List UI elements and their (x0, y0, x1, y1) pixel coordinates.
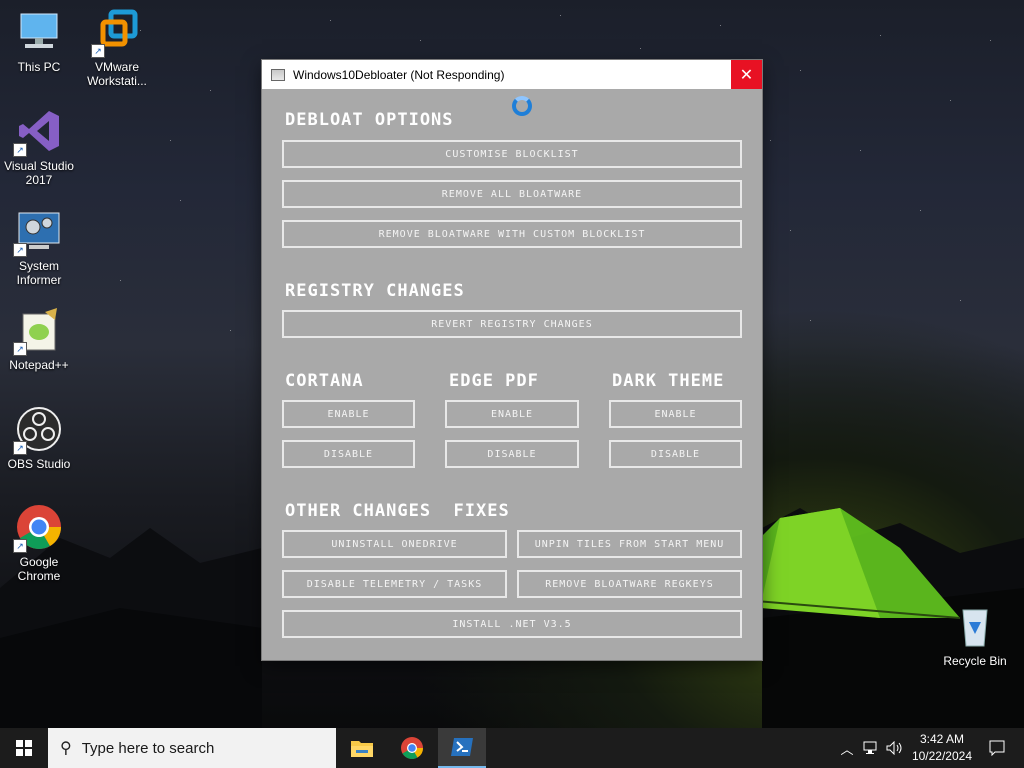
desktop-icon-visual-studio[interactable]: ↗ Visual Studio 2017 (1, 107, 77, 187)
desktop-icon-notepad-plus-plus[interactable]: ↗ Notepad++ (1, 306, 77, 372)
shortcut-arrow-icon: ↗ (91, 44, 105, 58)
remove-all-bloatware-button[interactable]: REMOVE ALL BLOATWARE (282, 180, 742, 208)
dark-theme-disable-button[interactable]: DISABLE (609, 440, 742, 468)
taskbar-chrome[interactable] (388, 728, 436, 768)
desktop-icon-vmware[interactable]: ↗ VMware Workstati... (79, 8, 155, 88)
taskbar-search-box[interactable]: ⚲ Type here to search (48, 728, 336, 768)
section-cortana: CORTANA (285, 371, 364, 391)
desktop-icon-label: Google Chrome (17, 555, 61, 583)
shortcut-arrow-icon: ↗ (13, 143, 27, 157)
section-debloat-options: DEBLOAT OPTIONS (285, 110, 454, 130)
windows-logo-icon (16, 740, 32, 756)
taskbar-file-explorer[interactable] (338, 728, 386, 768)
chrome-icon: ↗ (13, 503, 63, 553)
recycle-bin-icon (951, 602, 999, 650)
desktop-icon-label: This PC (17, 60, 61, 74)
clock-time: 3:42 AM (919, 732, 964, 746)
system-informer-icon: ↗ (13, 207, 63, 257)
customise-blocklist-button[interactable]: CUSTOMISE BLOCKLIST (282, 140, 742, 168)
tray-network[interactable] (860, 728, 882, 768)
unpin-tiles-button[interactable]: UNPIN TILES FROM START MENU (517, 530, 742, 558)
tray-volume[interactable] (884, 728, 906, 768)
desktop-icon-label: VMware Workstati... (87, 60, 147, 88)
powershell-icon (451, 738, 473, 756)
uninstall-onedrive-button[interactable]: UNINSTALL ONEDRIVE (282, 530, 507, 558)
close-button[interactable]: ✕ (731, 60, 762, 89)
desktop-icon-label: Notepad++ (9, 358, 69, 372)
network-icon (863, 741, 877, 754)
volume-icon (886, 741, 902, 755)
cortana-enable-button[interactable]: ENABLE (282, 400, 415, 428)
file-explorer-icon (351, 741, 373, 757)
section-registry-changes: REGISTRY CHANGES (285, 281, 465, 301)
shortcut-arrow-icon: ↗ (13, 441, 27, 455)
busy-spinner-icon (512, 96, 532, 116)
visual-studio-icon: ↗ (13, 107, 63, 157)
section-dark-theme: DARK THEME (612, 371, 725, 391)
debloater-window: Windows10Debloater (Not Responding) ✕ DE… (262, 60, 762, 660)
desktop-icon-label: OBS Studio (7, 457, 71, 471)
desktop-icon-label: System Informer (16, 259, 62, 287)
taskbar: ⚲ Type here to search ︿ 3:42 AM 10/22/20… (0, 728, 1024, 768)
shortcut-arrow-icon: ↗ (13, 243, 27, 257)
desktop-icon-system-informer[interactable]: ↗ System Informer (1, 207, 77, 287)
vmware-icon: ↗ (91, 8, 141, 58)
desktop-icon-this-pc[interactable]: This PC (1, 8, 77, 74)
search-placeholder: Type here to search (81, 739, 215, 757)
search-icon: ⚲ (60, 740, 72, 757)
desktop-icon-recycle-bin[interactable]: Recycle Bin (937, 602, 1013, 668)
chrome-icon (401, 737, 423, 759)
edge-pdf-disable-button[interactable]: DISABLE (445, 440, 579, 468)
section-other-changes-fixes: OTHER CHANGES FIXES (285, 501, 510, 521)
notification-icon (989, 740, 1005, 756)
section-edge-pdf: EDGE PDF (449, 371, 539, 391)
disable-telemetry-button[interactable]: DISABLE TELEMETRY / TASKS (282, 570, 507, 598)
action-center-button[interactable] (984, 728, 1010, 768)
clock-date: 10/22/2024 (911, 749, 972, 763)
desktop-icon-obs-studio[interactable]: ↗ OBS Studio (1, 405, 77, 471)
edge-pdf-enable-button[interactable]: ENABLE (445, 400, 579, 428)
remove-bloatware-custom-blocklist-button[interactable]: REMOVE BLOATWARE WITH CUSTOM BLOCKLIST (282, 220, 742, 248)
desktop-icon-label: Visual Studio 2017 (4, 159, 74, 187)
shortcut-arrow-icon: ↗ (13, 342, 27, 356)
desktop-icon-google-chrome[interactable]: ↗ Google Chrome (1, 503, 77, 583)
chevron-up-icon: ︿ (840, 741, 854, 757)
app-icon (271, 68, 285, 81)
tray-show-hidden-icons[interactable]: ︿ (838, 728, 856, 768)
taskbar-powershell[interactable] (438, 728, 486, 768)
shortcut-arrow-icon: ↗ (13, 539, 27, 553)
desktop-icon-label: Recycle Bin (943, 654, 1007, 668)
remove-bloatware-regkeys-button[interactable]: REMOVE BLOATWARE REGKEYS (517, 570, 742, 598)
computer-icon (15, 8, 63, 56)
obs-studio-icon: ↗ (13, 405, 63, 455)
taskbar-clock[interactable]: 3:42 AM 10/22/2024 (912, 731, 972, 765)
install-net-button[interactable]: INSTALL .NET V3.5 (282, 610, 742, 638)
notepad-plus-plus-icon: ↗ (13, 306, 63, 356)
window-title: Windows10Debloater (Not Responding) (293, 67, 505, 82)
cortana-disable-button[interactable]: DISABLE (282, 440, 415, 468)
window-titlebar[interactable]: Windows10Debloater (Not Responding) ✕ (262, 60, 762, 89)
revert-registry-changes-button[interactable]: REVERT REGISTRY CHANGES (282, 310, 742, 338)
start-button[interactable] (0, 728, 48, 768)
dark-theme-enable-button[interactable]: ENABLE (609, 400, 742, 428)
